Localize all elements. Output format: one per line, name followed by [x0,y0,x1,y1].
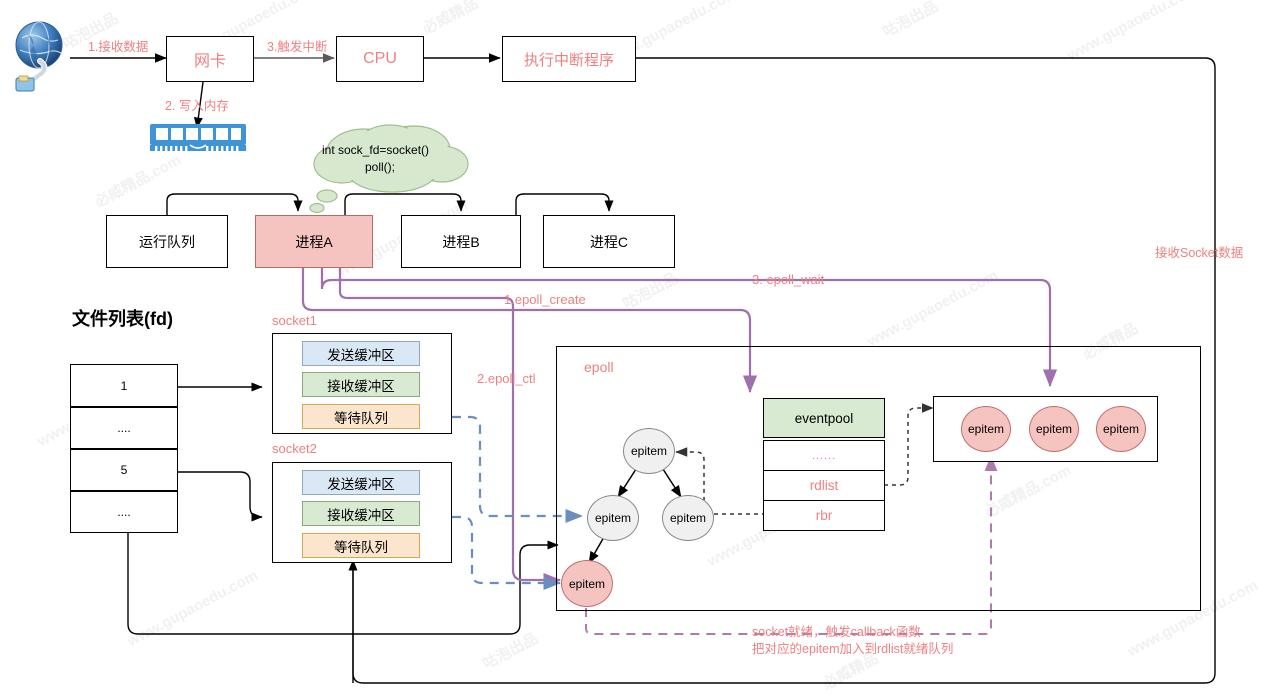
eventpool-row-label: rdlist [809,478,839,493]
process-label: 进程A [295,233,333,250]
thought-line-1: int sock_fd=socket() [322,143,430,157]
watermark: 咕泡出品 [619,269,681,313]
eventpool-row-label: rbr [815,508,833,523]
fd-row-2[interactable]: .... [70,407,178,449]
rdlist-epitem-1[interactable]: epitem [961,406,1011,452]
epitem-label: epitem [1035,422,1073,436]
socket1-title: socket1 [272,313,317,328]
eventpool-header[interactable]: eventpool [763,398,885,438]
buffer-label: 接收缓冲区 [327,507,395,523]
epitem-label: epitem [568,576,606,591]
step2-label: 2. 写入内存 [165,99,229,113]
process-box-run-queue[interactable]: 运行队列 [106,215,228,268]
eventpool-row-rbr[interactable]: rbr [763,500,885,531]
callback-note-line-1: socket就绪，触发callback函数 [752,625,921,639]
recv-socket-label: 接收Socket数据 [1155,246,1244,260]
buffer-label: 等待队列 [334,539,388,555]
fd-row-value: 1 [120,378,128,393]
network-globe-icon [10,18,72,96]
eventpool-header-label: eventpool [794,410,854,426]
epitem-node-ready[interactable]: epitem [561,560,613,607]
epitem-node-root[interactable]: epitem [623,428,675,474]
process-box-a[interactable]: 进程A [255,215,373,268]
socket2-send-buffer[interactable]: 发送缓冲区 [302,470,420,495]
fd-row-value: .... [117,421,131,435]
watermark: 咕泡出品 [479,629,541,673]
fd-row-1[interactable]: 1 [70,364,178,407]
watermark: 必威精品 [419,0,481,38]
step1-label: 1.接收数据 [88,40,149,54]
epoll-title: epoll [584,359,614,375]
epoll-ctl-label: 2.epoll_ctl [477,371,536,386]
process-label: 进程C [589,233,629,250]
diagram-canvas: 咕泡出品 www.gupaoedu.com 必威精品 www.gupaoedu.… [0,0,1271,699]
thought-line-2: poll(); [365,160,396,174]
watermark: 咕泡出品 [879,0,941,41]
buffer-label: 发送缓冲区 [327,347,395,363]
memory-ram-icon [150,122,246,154]
cpu-label: CPU [363,50,397,67]
fd-row-3[interactable]: 5 [70,449,178,491]
rdlist-epitem-2[interactable]: epitem [1029,406,1079,452]
epitem-label: epitem [594,511,632,525]
epitem-node-left[interactable]: epitem [587,495,639,541]
buffer-label: 发送缓冲区 [327,476,395,492]
callback-note-line-2: 把对应的epitem加入到rdlist就绪队列 [752,642,954,656]
epitem-label: epitem [630,444,668,458]
eventpool-row-dots[interactable]: ...... [763,440,885,471]
fd-row-4[interactable]: .... [70,491,178,533]
socket1-send-buffer[interactable]: 发送缓冲区 [302,341,420,366]
socket2-title: socket2 [272,441,317,456]
socket2-recv-buffer[interactable]: 接收缓冲区 [302,501,420,526]
process-label: 运行队列 [139,233,195,250]
epitem-node-right[interactable]: epitem [662,495,714,541]
step3-label: 3.触发中断 [267,40,328,54]
process-label: 进程B [442,233,480,250]
socket1-wait-queue[interactable]: 等待队列 [302,404,420,429]
epoll-wait-label: 3. epoll_wait [752,272,825,287]
process-box-c[interactable]: 进程C [543,215,675,268]
rdlist-epitem-3[interactable]: epitem [1096,406,1146,452]
cpu-box[interactable]: CPU [336,36,424,82]
eventpool-row-rdlist[interactable]: rdlist [763,470,885,501]
fd-row-value: .... [117,505,131,519]
fd-row-value: 5 [120,463,128,477]
epitem-label: epitem [669,511,707,525]
epitem-label: epitem [1102,422,1140,436]
watermark: www.gupaoedu.com [864,266,1001,351]
nic-box[interactable]: 网卡 [166,36,254,82]
watermark: www.gupaoedu.com [1064,0,1201,65]
epoll-create-label: 1.epoll_create [504,292,586,307]
socket2-wait-queue[interactable]: 等待队列 [302,533,420,558]
buffer-label: 接收缓冲区 [327,378,395,394]
socket1-recv-buffer[interactable]: 接收缓冲区 [302,372,420,397]
nic-label: 网卡 [193,53,226,70]
isr-box[interactable]: 执行中断程序 [502,36,636,82]
watermark: www.gupaoedu.com [124,566,261,651]
process-box-b[interactable]: 进程B [401,215,521,268]
watermark: 必威精品.com [92,151,184,212]
fd-table-title: 文件列表(fd) [72,309,173,329]
eventpool-row-label: ...... [811,449,837,462]
buffer-label: 等待队列 [334,410,388,426]
isr-label: 执行中断程序 [523,51,614,69]
epitem-label: epitem [967,422,1005,436]
